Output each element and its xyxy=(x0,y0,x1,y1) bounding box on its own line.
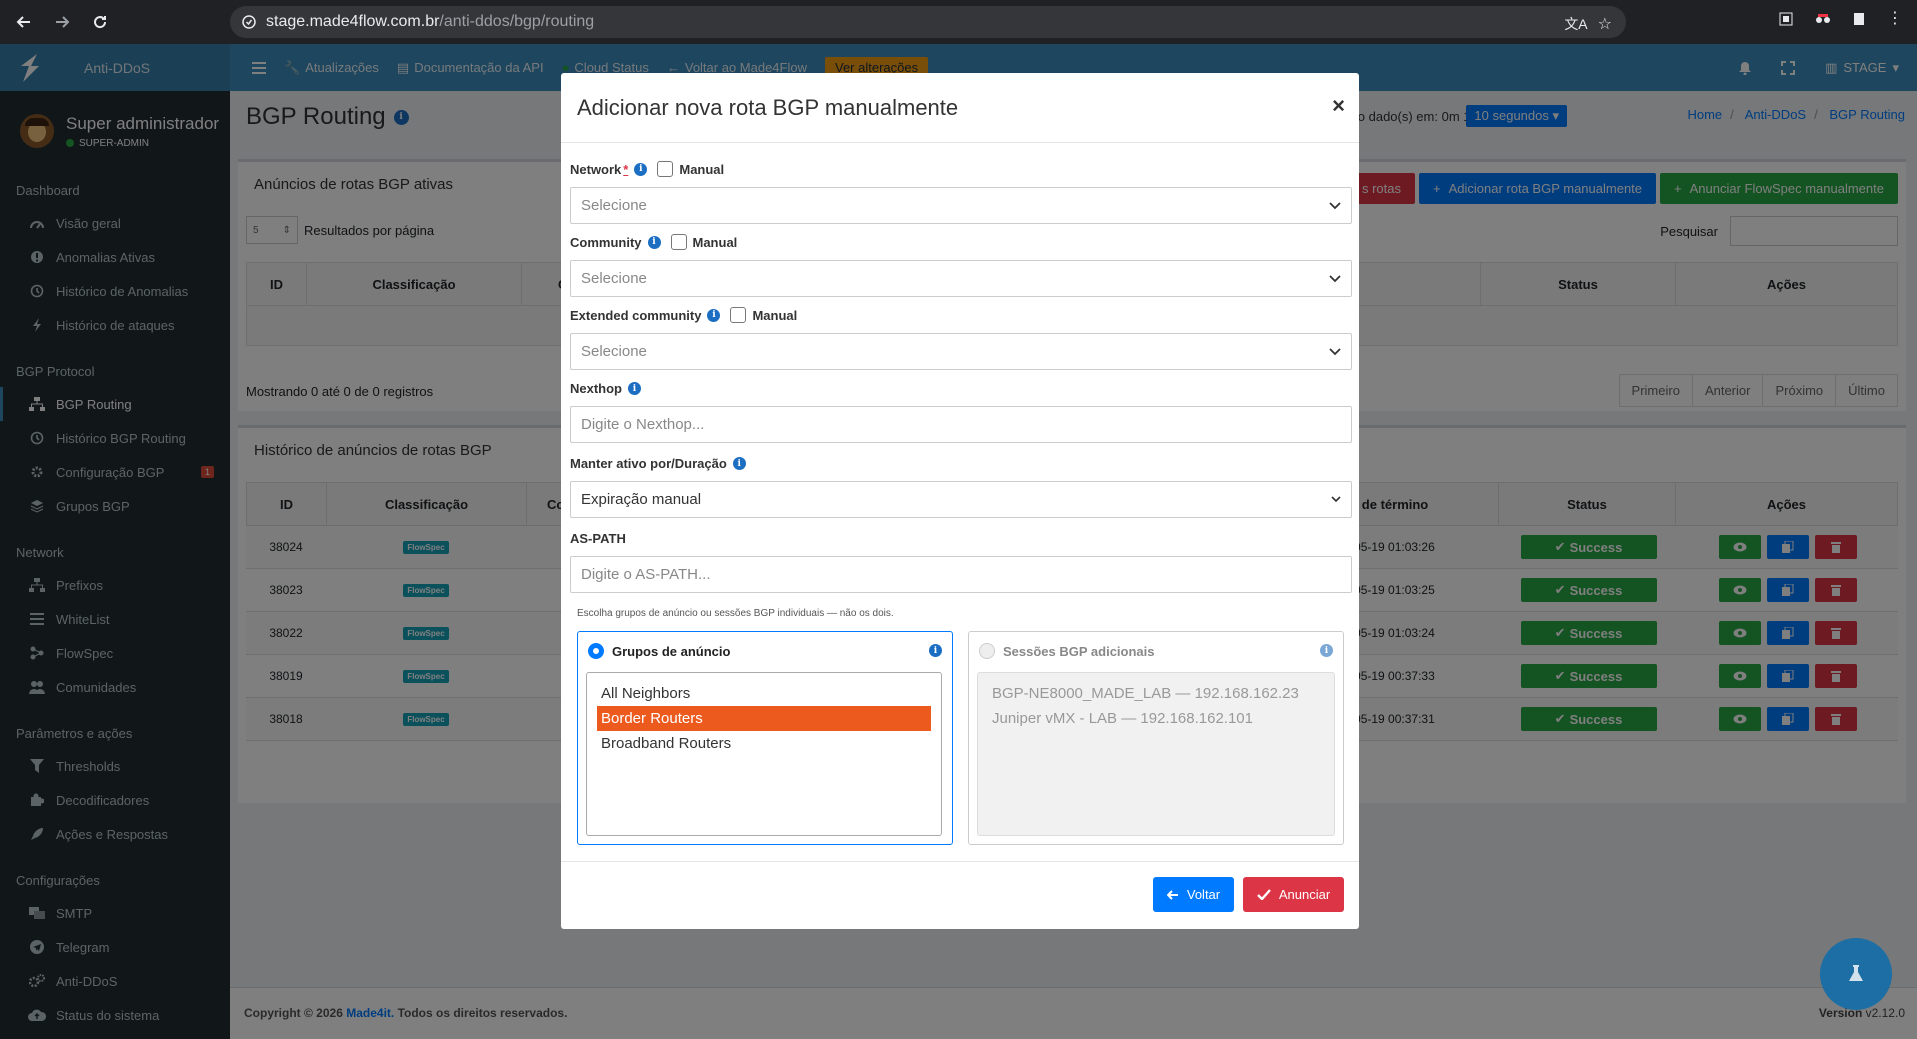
network-label: Network * i Manual xyxy=(570,161,725,177)
info-icon[interactable]: i xyxy=(707,308,721,322)
extension-icon[interactable] xyxy=(1815,12,1831,26)
group-option[interactable]: All Neighbors xyxy=(597,681,931,706)
close-icon[interactable]: × xyxy=(1332,93,1345,119)
url-host: stage.made4flow.com.br xyxy=(266,13,440,30)
group-option[interactable]: Broadband Routers xyxy=(597,731,931,756)
chevron-down-icon xyxy=(1331,496,1341,503)
info-icon[interactable]: i xyxy=(647,235,661,249)
reload-icon[interactable] xyxy=(86,8,114,36)
modal-title: Adicionar nova rota BGP manualmente xyxy=(577,95,959,120)
check-icon xyxy=(1256,889,1271,900)
network-manual-checkbox[interactable] xyxy=(657,161,674,177)
chevron-down-icon xyxy=(1329,274,1341,283)
manual-label: Manual xyxy=(679,161,725,177)
info-icon[interactable]: i xyxy=(732,457,746,470)
forward-arrow-icon[interactable] xyxy=(48,8,76,36)
sessions-title: Sessões BGP adicionais xyxy=(1003,643,1155,659)
url-path: /anti-ddos/bgp/routing xyxy=(439,13,595,30)
address-bar[interactable]: stage.made4flow.com.br/anti-ddos/bgp/rou… xyxy=(230,6,1626,38)
back-arrow-icon[interactable] xyxy=(10,8,38,36)
groups-radio[interactable] xyxy=(588,643,604,659)
ext-community-manual-checkbox[interactable] xyxy=(730,307,747,323)
community-label: Community i Manual xyxy=(570,234,738,250)
session-option: BGP-NE8000_MADE_LAB — 192.168.162.23 xyxy=(992,685,1299,702)
required-asterisk: * xyxy=(623,161,629,177)
translate-icon[interactable]: 文A xyxy=(1564,14,1587,34)
bookmark-star-icon[interactable]: ☆ xyxy=(1598,14,1612,34)
chevron-down-icon xyxy=(1329,201,1341,210)
flask-icon xyxy=(1848,965,1864,983)
announce-groups-panel[interactable]: Grupos de anúncio i All Neighbors Border… xyxy=(577,631,953,845)
ext-community-label: Extended community i Manual xyxy=(570,307,798,323)
network-select[interactable]: Selecione xyxy=(570,187,1352,224)
aspath-label: AS-PATH xyxy=(570,531,626,546)
selection-hint: Escolha grupos de anúncio ou sessões BGP… xyxy=(577,608,894,619)
session-option: Juniper vMX - LAB — 192.168.162.101 xyxy=(992,710,1253,727)
nexthop-input[interactable]: Digite o Nexthop... xyxy=(570,406,1352,443)
menu-dots-icon[interactable]: ⋮ xyxy=(1887,11,1903,27)
qr-icon[interactable] xyxy=(1779,12,1793,26)
aspath-input[interactable]: Digite o AS-PATH... xyxy=(570,556,1352,593)
chevron-down-icon xyxy=(1329,347,1341,356)
community-manual-checkbox[interactable] xyxy=(670,234,687,250)
group-option-selected[interactable]: Border Routers xyxy=(597,706,931,731)
sessions-radio[interactable] xyxy=(979,643,995,659)
nexthop-label: Nexthop i xyxy=(570,381,641,396)
community-select[interactable]: Selecione xyxy=(570,260,1352,297)
bgp-sessions-panel[interactable]: Sessões BGP adicionais i BGP-NE8000_MADE… xyxy=(968,631,1344,845)
manual-label: Manual xyxy=(692,234,738,250)
info-icon[interactable]: i xyxy=(1320,644,1333,657)
modal-footer: Voltar Anunciar xyxy=(561,861,1359,929)
page-icon[interactable] xyxy=(1853,12,1865,26)
groups-title: Grupos de anúncio xyxy=(612,643,731,659)
manual-label: Manual xyxy=(752,307,798,323)
sessions-listbox: BGP-NE8000_MADE_LAB — 192.168.162.23 Jun… xyxy=(977,672,1335,836)
duration-label: Manter ativo por/Duração i xyxy=(570,456,746,471)
info-icon[interactable]: i xyxy=(634,162,648,176)
flask-fab-button[interactable] xyxy=(1820,938,1892,1010)
add-route-modal: Adicionar nova rota BGP manualmente × Ne… xyxy=(561,73,1359,929)
arrow-left-icon xyxy=(1166,889,1179,900)
info-icon[interactable]: i xyxy=(628,382,641,395)
browser-toolbar: stage.made4flow.com.br/anti-ddos/bgp/rou… xyxy=(0,0,1917,44)
site-info-icon[interactable] xyxy=(242,15,256,29)
info-icon[interactable]: i xyxy=(929,644,942,657)
groups-listbox[interactable]: All Neighbors Border Routers Broadband R… xyxy=(586,672,942,836)
announce-button[interactable]: Anunciar xyxy=(1243,877,1344,912)
back-button[interactable]: Voltar xyxy=(1153,877,1234,912)
duration-select[interactable]: Expiração manual xyxy=(570,481,1352,518)
ext-community-select[interactable]: Selecione xyxy=(570,333,1352,370)
